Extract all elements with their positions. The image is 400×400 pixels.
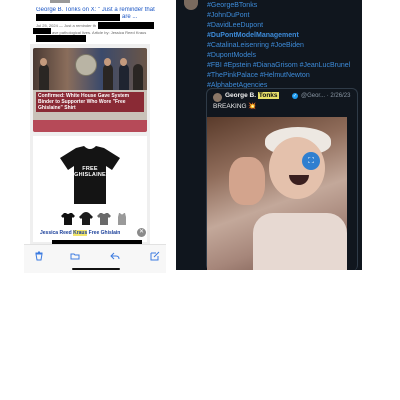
- person-head: [104, 58, 111, 66]
- reply-icon[interactable]: [110, 251, 120, 261]
- article-photo: [33, 48, 147, 90]
- redaction-bar: [36, 14, 120, 21]
- hashtag[interactable]: #GeorgeBTonks: [207, 2, 257, 10]
- tweet-link-line2[interactable]: are ...: [122, 14, 162, 21]
- hashtag[interactable]: #JohnDuPont: [207, 12, 249, 20]
- thumbnail-tshirt[interactable]: [61, 212, 75, 226]
- trash-icon[interactable]: [34, 251, 44, 261]
- thumbnail-hoodie[interactable]: [79, 212, 93, 226]
- person-figure: [39, 64, 49, 90]
- quote-photo[interactable]: [207, 117, 347, 270]
- redaction-bar: [36, 35, 86, 42]
- compose-icon[interactable]: [150, 251, 160, 261]
- hashtag[interactable]: #DupontModels: [207, 52, 256, 60]
- visual-search-icon[interactable]: ⛶: [302, 152, 320, 170]
- person-figure: [119, 64, 129, 90]
- home-indicator: [72, 268, 120, 270]
- folder-icon[interactable]: [70, 251, 80, 261]
- quote-author-name[interactable]: George B. Tonks: [225, 92, 279, 100]
- redaction-bar: [33, 28, 51, 34]
- tshirt-print: FREE GHISLAINE: [58, 144, 122, 206]
- photo-hand: [229, 157, 265, 205]
- hashtag[interactable]: #ThePinkPalace #HelmutNewton: [207, 72, 310, 80]
- thumbnail-tank[interactable]: [115, 212, 129, 226]
- hashtag[interactable]: #DuPontModelManagement: [207, 32, 299, 40]
- quote-handle-date: @Geor... · 2/26/23: [301, 93, 351, 99]
- thumbnail-tee-gray[interactable]: [97, 212, 111, 226]
- person-head: [40, 58, 47, 66]
- tweet-link-line1[interactable]: George B. Tonks on X: " Just a reminder …: [36, 7, 166, 14]
- article-card[interactable]: Confirmed: White House Gave System Binde…: [33, 48, 147, 132]
- quoted-tweet[interactable]: George B. Tonks ✓ @Geor... · 2/26/23 BRE…: [206, 88, 358, 270]
- top-meta-fragment: [50, 0, 70, 3]
- person-figure: [133, 64, 143, 90]
- product-card[interactable]: FREE GHISLAINE: [33, 136, 147, 242]
- person-figure: [103, 64, 113, 90]
- quote-text: BREAKING 💥: [213, 103, 257, 110]
- hashtag[interactable]: #CatalinaLeisenring #JoeBiden: [207, 42, 304, 50]
- hashtag[interactable]: #FBI #Epstein #DianaGrisom #JeanLucBrune…: [207, 62, 350, 70]
- hashtag[interactable]: #DavidLeeDupont: [207, 22, 263, 30]
- tweet-screenshot-panel: #GeorgeBTonks #JohnDuPont #DavidLeeDupon…: [176, 0, 362, 270]
- close-icon[interactable]: ✕: [137, 228, 146, 237]
- person-head: [120, 58, 127, 66]
- product-title[interactable]: Jessica Reed Kraus Free Ghislain: [40, 230, 150, 236]
- photo-shirt: [253, 213, 347, 270]
- redaction-bar: [98, 22, 154, 29]
- article-page-preview[interactable]: Confirmed: White House Gave System Binde…: [30, 44, 150, 244]
- article-headline-box: Confirmed: White House Gave System Binde…: [36, 92, 144, 112]
- presidential-seal: [75, 54, 97, 76]
- verified-badge-icon: ✓: [292, 93, 298, 99]
- article-headline: Confirmed: White House Gave System Binde…: [38, 93, 130, 111]
- quote-avatar[interactable]: [213, 93, 222, 102]
- tshirt-slogan: FREE GHISLAINE: [74, 166, 106, 178]
- article-footer-strip: [33, 120, 147, 132]
- avatar[interactable]: [184, 0, 198, 10]
